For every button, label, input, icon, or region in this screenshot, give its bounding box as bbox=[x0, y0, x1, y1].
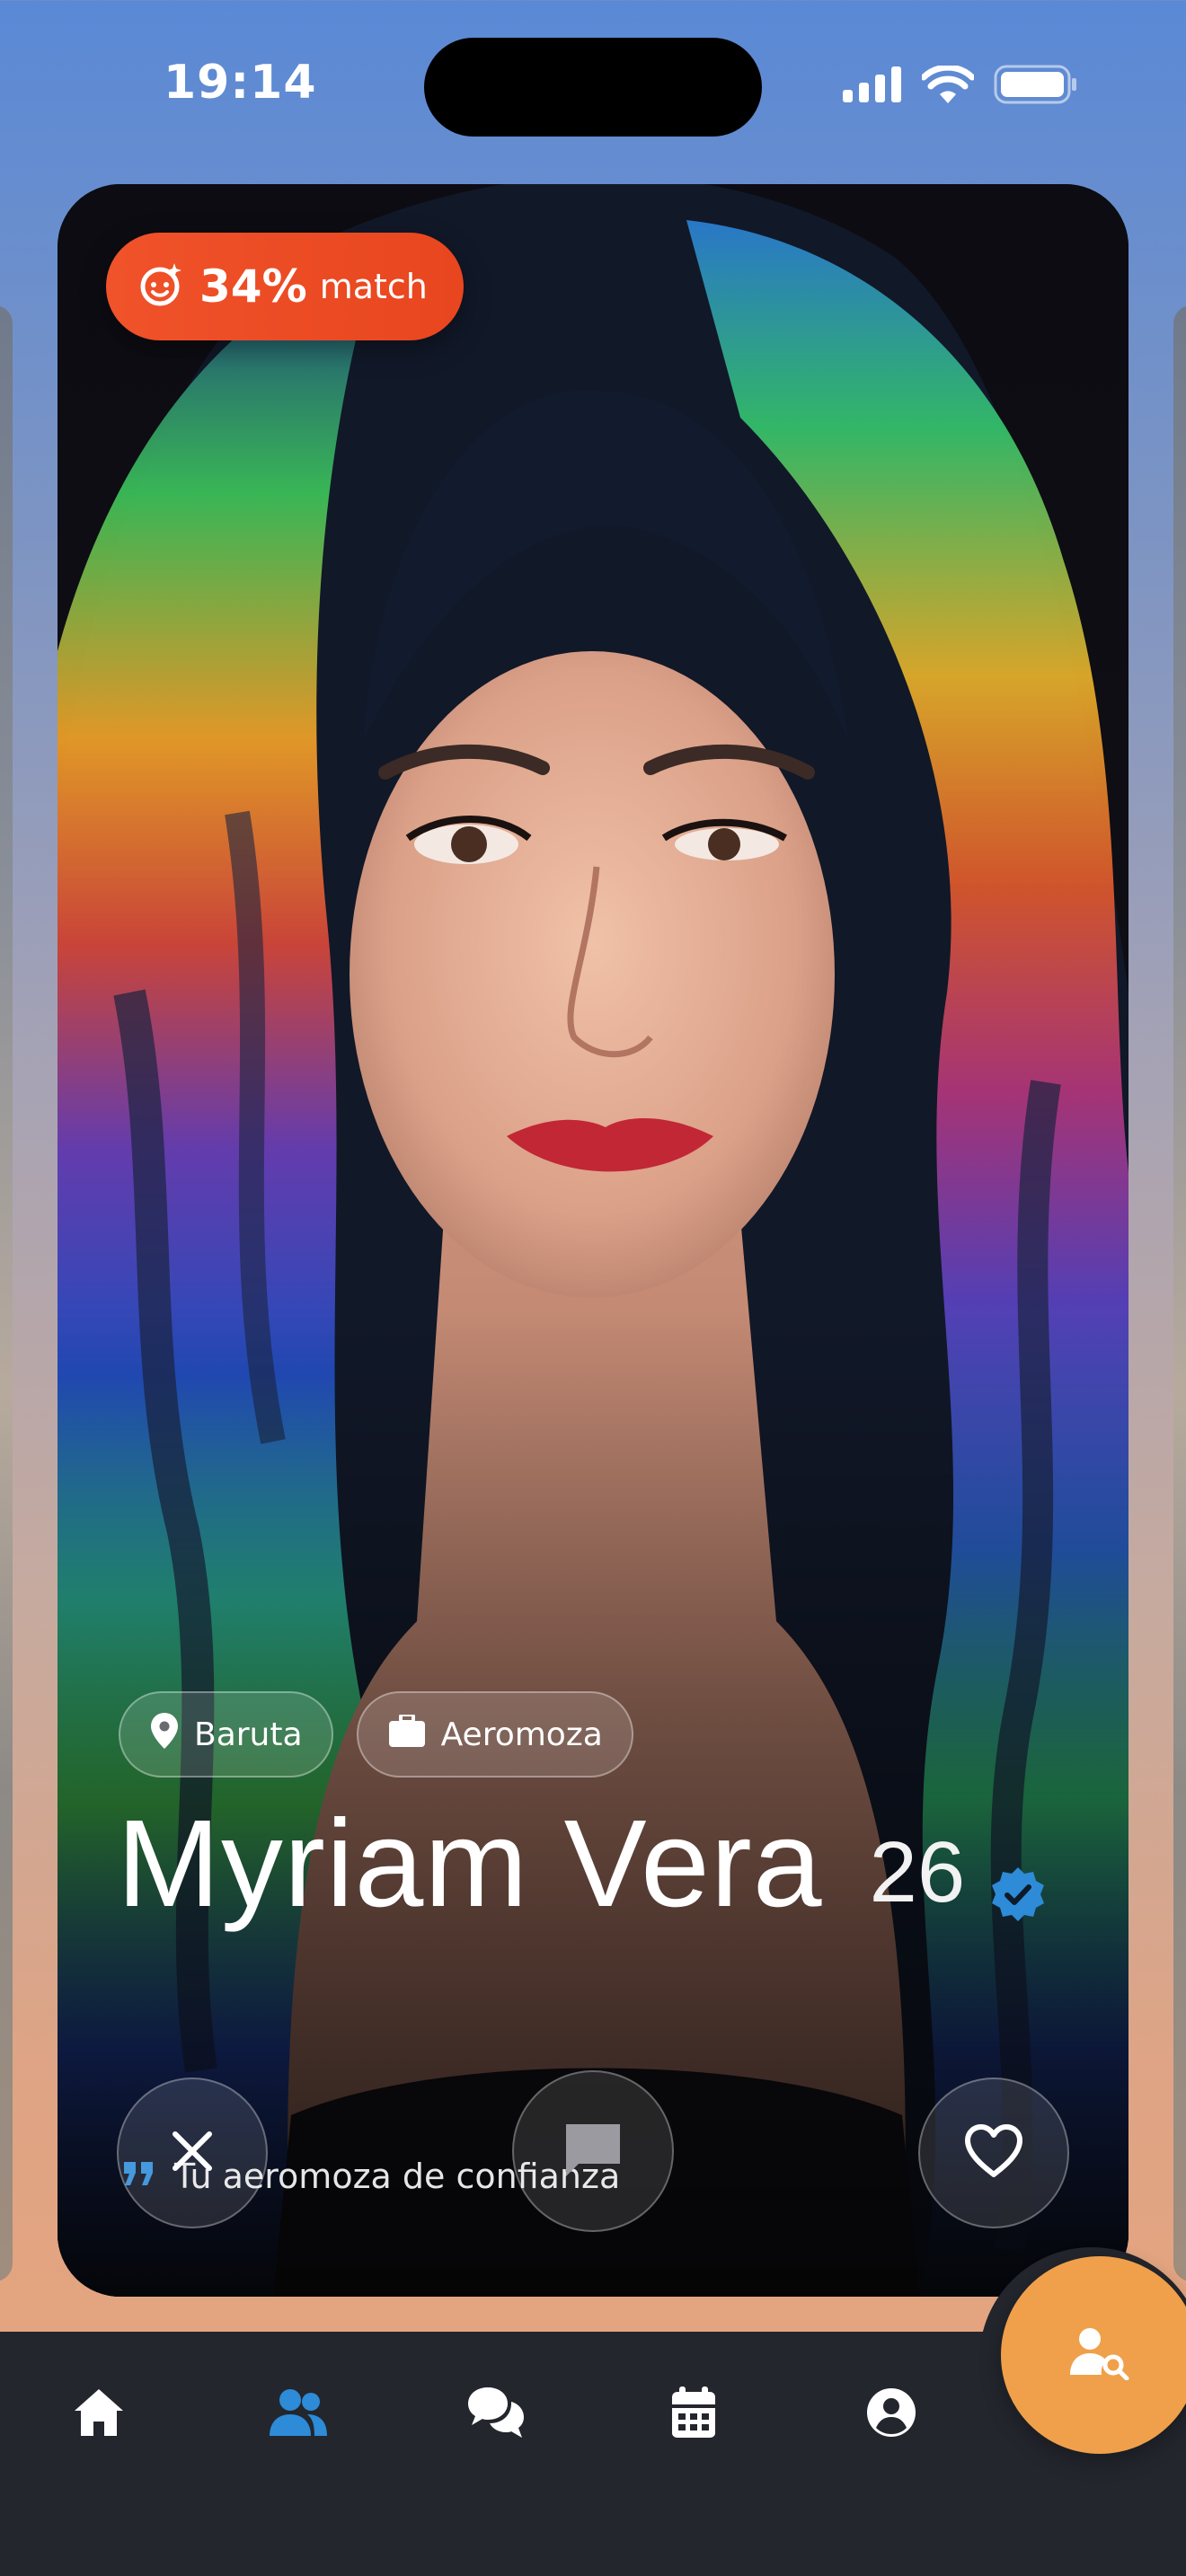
nav-people[interactable] bbox=[262, 2378, 334, 2450]
previous-card-peek[interactable] bbox=[0, 305, 13, 2281]
nav-profile[interactable] bbox=[855, 2378, 927, 2450]
name-row: Myriam Vera 26 bbox=[117, 1792, 1048, 1936]
occupation-chip: Aeromoza bbox=[356, 1691, 633, 1778]
search-people-fab[interactable] bbox=[1001, 2256, 1186, 2454]
next-card-peek[interactable] bbox=[1173, 305, 1186, 2281]
heart-icon bbox=[964, 2124, 1023, 2182]
match-label: match bbox=[319, 267, 428, 306]
chats-icon bbox=[466, 2386, 526, 2443]
profile-name: Myriam Vera bbox=[117, 1795, 823, 1933]
occupation-text: Aeromoza bbox=[440, 1716, 603, 1753]
match-badge: 34% match bbox=[106, 233, 464, 340]
status-time: 19:14 bbox=[164, 56, 317, 110]
people-icon bbox=[268, 2387, 329, 2441]
profile-card[interactable]: 34% match Baruta Aeromoza Myriam Vera 26… bbox=[58, 184, 1128, 2297]
close-icon bbox=[170, 2129, 215, 2177]
status-icons bbox=[843, 64, 1078, 108]
user-circle-icon bbox=[865, 2386, 917, 2442]
match-percentage: 34% bbox=[199, 260, 307, 313]
status-bar: 19:14 bbox=[0, 0, 1186, 171]
nav-home[interactable] bbox=[63, 2378, 135, 2450]
chat-bubble-icon bbox=[562, 2121, 624, 2182]
user-search-icon bbox=[1070, 2326, 1129, 2384]
dynamic-island bbox=[424, 38, 762, 137]
verified-badge-icon bbox=[988, 1866, 1048, 1928]
profile-chips: Baruta Aeromoza bbox=[119, 1691, 633, 1778]
wifi-icon bbox=[920, 64, 976, 107]
calendar-icon bbox=[670, 2386, 717, 2442]
location-pin-icon bbox=[151, 1712, 178, 1757]
message-button[interactable] bbox=[512, 2070, 674, 2232]
profile-age: 26 bbox=[869, 1824, 966, 1920]
dislike-button[interactable] bbox=[117, 2078, 268, 2228]
home-icon bbox=[73, 2387, 125, 2441]
battery-icon bbox=[994, 65, 1078, 108]
location-text: Baruta bbox=[194, 1716, 303, 1753]
briefcase-icon bbox=[388, 1712, 425, 1755]
nav-calendar[interactable] bbox=[658, 2378, 730, 2450]
match-smiley-icon bbox=[138, 261, 185, 312]
nav-chats[interactable] bbox=[460, 2378, 532, 2450]
cellular-signal-icon bbox=[843, 66, 902, 106]
location-chip: Baruta bbox=[119, 1691, 333, 1778]
like-button[interactable] bbox=[918, 2078, 1069, 2228]
